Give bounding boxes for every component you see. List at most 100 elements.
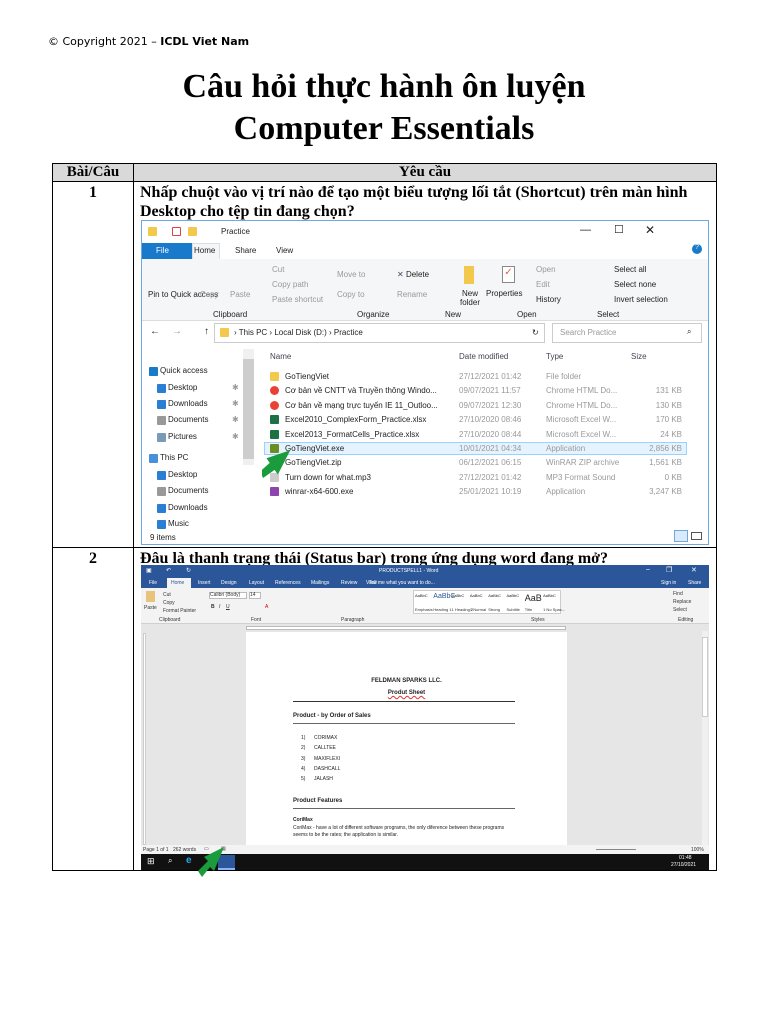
italic-button[interactable]: I [219, 604, 220, 610]
close-button[interactable]: ✕ [645, 223, 655, 237]
nav-item[interactable]: Desktop [168, 383, 197, 392]
redo-icon[interactable]: ↻ [186, 567, 191, 574]
nav-item[interactable]: Music [168, 519, 189, 528]
breadcrumb[interactable]: › This PC › Local Disk (D:) › Practice [234, 328, 363, 337]
rename-button[interactable]: Rename [397, 290, 427, 299]
document-page[interactable]: FELDMAN SPARKS LLC. Produt Sheet Product… [246, 632, 567, 846]
select-all-button[interactable]: Select all [614, 265, 646, 274]
vertical-scrollbar[interactable] [702, 631, 708, 845]
details-view-button[interactable] [674, 530, 688, 542]
horizontal-ruler[interactable] [246, 626, 566, 630]
tab-references[interactable]: References [275, 580, 301, 586]
invert-selection-button[interactable]: Invert selection [614, 295, 668, 304]
style-item[interactable]: Subtitle [507, 607, 520, 612]
nav-item[interactable]: Desktop [168, 470, 197, 479]
vertical-ruler[interactable] [143, 633, 146, 845]
style-item[interactable]: Emphasis [415, 607, 433, 612]
copy-button[interactable]: Copy [200, 290, 219, 299]
delete-button[interactable]: ✕ Delete [397, 270, 429, 279]
large-icons-view-button[interactable] [691, 532, 702, 540]
minimize-button[interactable]: — [580, 224, 591, 236]
new-folder-button[interactable]: New folder [458, 289, 482, 307]
tab-mailings[interactable]: Mailings [311, 580, 329, 586]
style-item[interactable]: Strong [488, 607, 500, 612]
tab-layout[interactable]: Layout [249, 580, 264, 586]
nav-scrollbar[interactable] [243, 349, 254, 465]
nav-item[interactable]: This PC [160, 453, 188, 462]
tab-file[interactable]: File [149, 580, 157, 586]
open-button[interactable]: Open [536, 265, 556, 274]
save-icon[interactable]: ▣ [146, 567, 152, 574]
tab-home[interactable]: Home [194, 246, 215, 255]
nav-item[interactable]: Pictures [168, 432, 197, 441]
zoom-slider[interactable] [596, 849, 636, 850]
help-icon[interactable]: ? [692, 244, 702, 254]
bold-button[interactable]: B [211, 604, 215, 610]
paste-shortcut-button[interactable]: Paste shortcut [272, 295, 323, 304]
status-item-count: 9 items [150, 533, 176, 542]
tab-home[interactable]: Home [171, 580, 184, 586]
copy-button[interactable]: Copy [163, 600, 175, 606]
search-icon[interactable]: ⌕ [168, 856, 172, 866]
column-header[interactable]: Type [546, 352, 563, 361]
tab-file[interactable]: File [156, 246, 169, 255]
refresh-button[interactable]: ↻ [532, 328, 539, 337]
tab-review[interactable]: Review [341, 580, 357, 586]
select-none-button[interactable]: Select none [614, 280, 656, 289]
tab-design[interactable]: Design [221, 580, 237, 586]
move-to-button[interactable]: Move to [337, 270, 365, 279]
nav-item[interactable]: Quick access [160, 366, 208, 375]
format-painter-button[interactable]: Format Painter [163, 608, 196, 614]
font-color-button[interactable]: A [265, 604, 268, 610]
style-item[interactable]: Title [525, 607, 532, 612]
style-item[interactable]: Heading 1 [433, 607, 451, 612]
breadcrumb-item[interactable]: Local Disk (D:) [274, 328, 326, 337]
paste-button[interactable]: Paste [230, 290, 250, 299]
font-name-select[interactable]: Calibri (Body) [210, 592, 240, 598]
tab-share[interactable]: Share [235, 246, 256, 255]
nav-item[interactable]: Documents [168, 486, 208, 495]
edge-icon[interactable]: e [186, 855, 192, 866]
sign-in-link[interactable]: Sign in [661, 580, 676, 586]
close-button[interactable]: ✕ [691, 566, 697, 574]
paste-button[interactable]: Paste [144, 605, 157, 611]
tell-me-input[interactable]: Tell me what you want to do... [369, 580, 435, 586]
nav-item[interactable]: Downloads [168, 503, 208, 512]
nav-item[interactable]: Documents [168, 415, 208, 424]
find-button[interactable]: Find [673, 591, 683, 597]
zoom-level[interactable]: 100% [691, 847, 704, 853]
back-button[interactable]: ← [150, 326, 160, 337]
nav-item[interactable]: Downloads [168, 399, 208, 408]
forward-button[interactable]: → [172, 326, 182, 337]
tab-view[interactable]: View [276, 246, 293, 255]
history-button[interactable]: History [536, 295, 561, 304]
replace-button[interactable]: Replace [673, 599, 691, 605]
column-header[interactable]: Name [270, 352, 291, 361]
column-header[interactable]: Date modified [459, 352, 508, 361]
minimize-button[interactable]: – [646, 566, 650, 573]
up-button[interactable]: ↑ [204, 326, 209, 337]
style-item[interactable]: 1 No Spac... [543, 607, 565, 612]
breadcrumb-item[interactable]: This PC [239, 328, 267, 337]
status-page[interactable]: Page 1 of 1 [143, 847, 169, 853]
tab-insert[interactable]: Insert [198, 580, 211, 586]
status-word-count[interactable]: 262 words [173, 847, 196, 853]
edit-button[interactable]: Edit [536, 280, 550, 289]
cut-button[interactable]: Cut [163, 592, 171, 598]
undo-icon[interactable]: ↶ [166, 567, 171, 574]
windows-start-icon[interactable]: ⊞ [147, 856, 155, 867]
select-button[interactable]: Select [673, 607, 687, 613]
properties-button[interactable]: Properties [486, 289, 522, 298]
breadcrumb-item[interactable]: Practice [334, 328, 363, 337]
font-size-select[interactable]: 14 [250, 592, 256, 598]
column-header[interactable]: Size [631, 352, 647, 361]
share-button[interactable]: Share [688, 580, 701, 586]
maximize-button[interactable]: ☐ [614, 223, 624, 236]
underline-button[interactable]: U [226, 604, 230, 610]
copy-path-button[interactable]: Copy path [272, 280, 308, 289]
maximize-button[interactable]: ❐ [666, 566, 672, 574]
chrome-icon [270, 400, 279, 410]
style-item[interactable]: 1 Normal [470, 607, 486, 612]
copy-to-button[interactable]: Copy to [337, 290, 365, 299]
cut-button[interactable]: Cut [272, 265, 284, 274]
